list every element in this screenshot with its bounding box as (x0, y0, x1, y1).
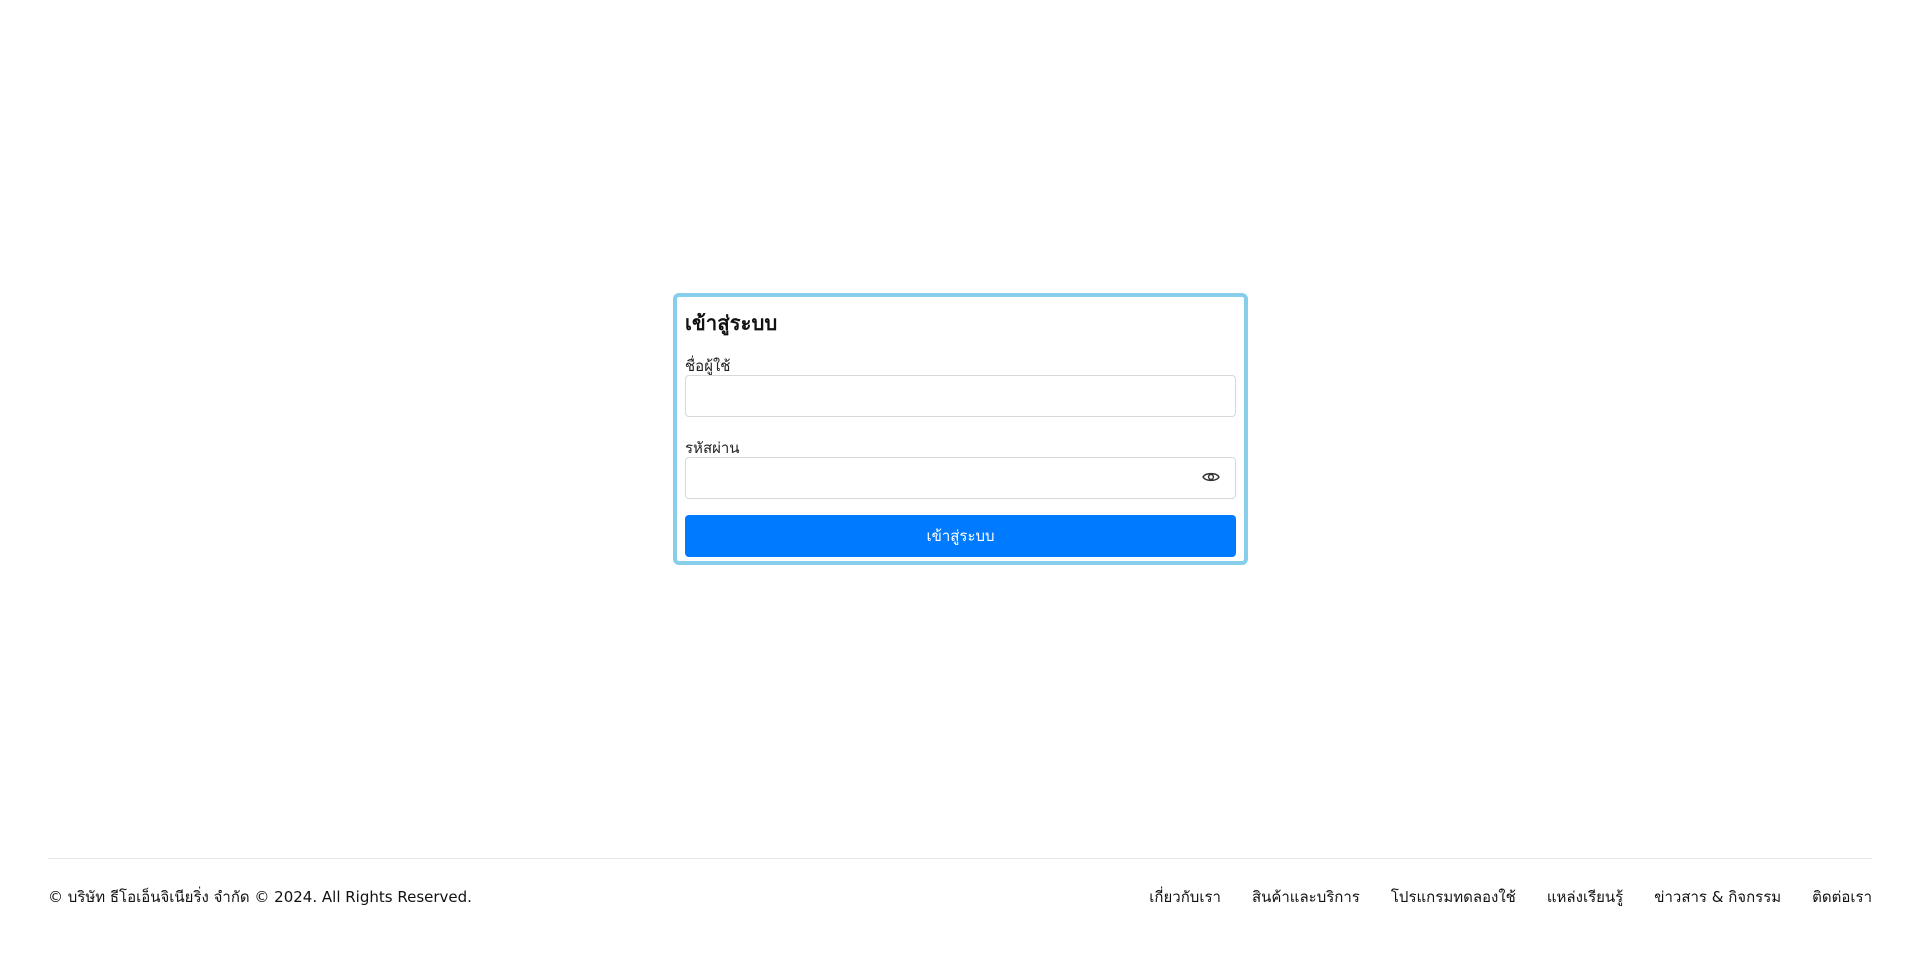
username-input[interactable] (685, 375, 1236, 417)
footer-link-contact[interactable]: ติดต่อเรา (1812, 885, 1872, 909)
footer-link-learning[interactable]: แหล่งเรียนรู้ (1547, 885, 1623, 909)
password-input[interactable] (685, 457, 1236, 499)
footer-nav: เกี่ยวกับเรา สินค้าและบริการ โปรแกรมทดลอ… (1149, 885, 1872, 909)
footer-copyright: © บริษัท ธีโอเอ็นจิเนียริ่ง จำกัด © 2024… (48, 888, 472, 906)
footer-link-products[interactable]: สินค้าและบริการ (1252, 885, 1360, 909)
eye-icon (1202, 471, 1220, 486)
footer-link-trial[interactable]: โปรแกรมทดลองใช้ (1391, 885, 1516, 909)
login-card: เข้าสู่ระบบ ชื่อผู้ใช้ รหัสผ่าน เข้าสู่ร… (673, 293, 1248, 565)
login-title: เข้าสู่ระบบ (685, 311, 778, 335)
show-password-button[interactable] (1199, 467, 1223, 489)
footer-link-about[interactable]: เกี่ยวกับเรา (1149, 885, 1221, 909)
footer-divider (48, 858, 1872, 859)
login-submit-button[interactable]: เข้าสู่ระบบ (685, 515, 1236, 557)
footer-link-news[interactable]: ข่าวสาร & กิจกรรม (1654, 885, 1781, 909)
